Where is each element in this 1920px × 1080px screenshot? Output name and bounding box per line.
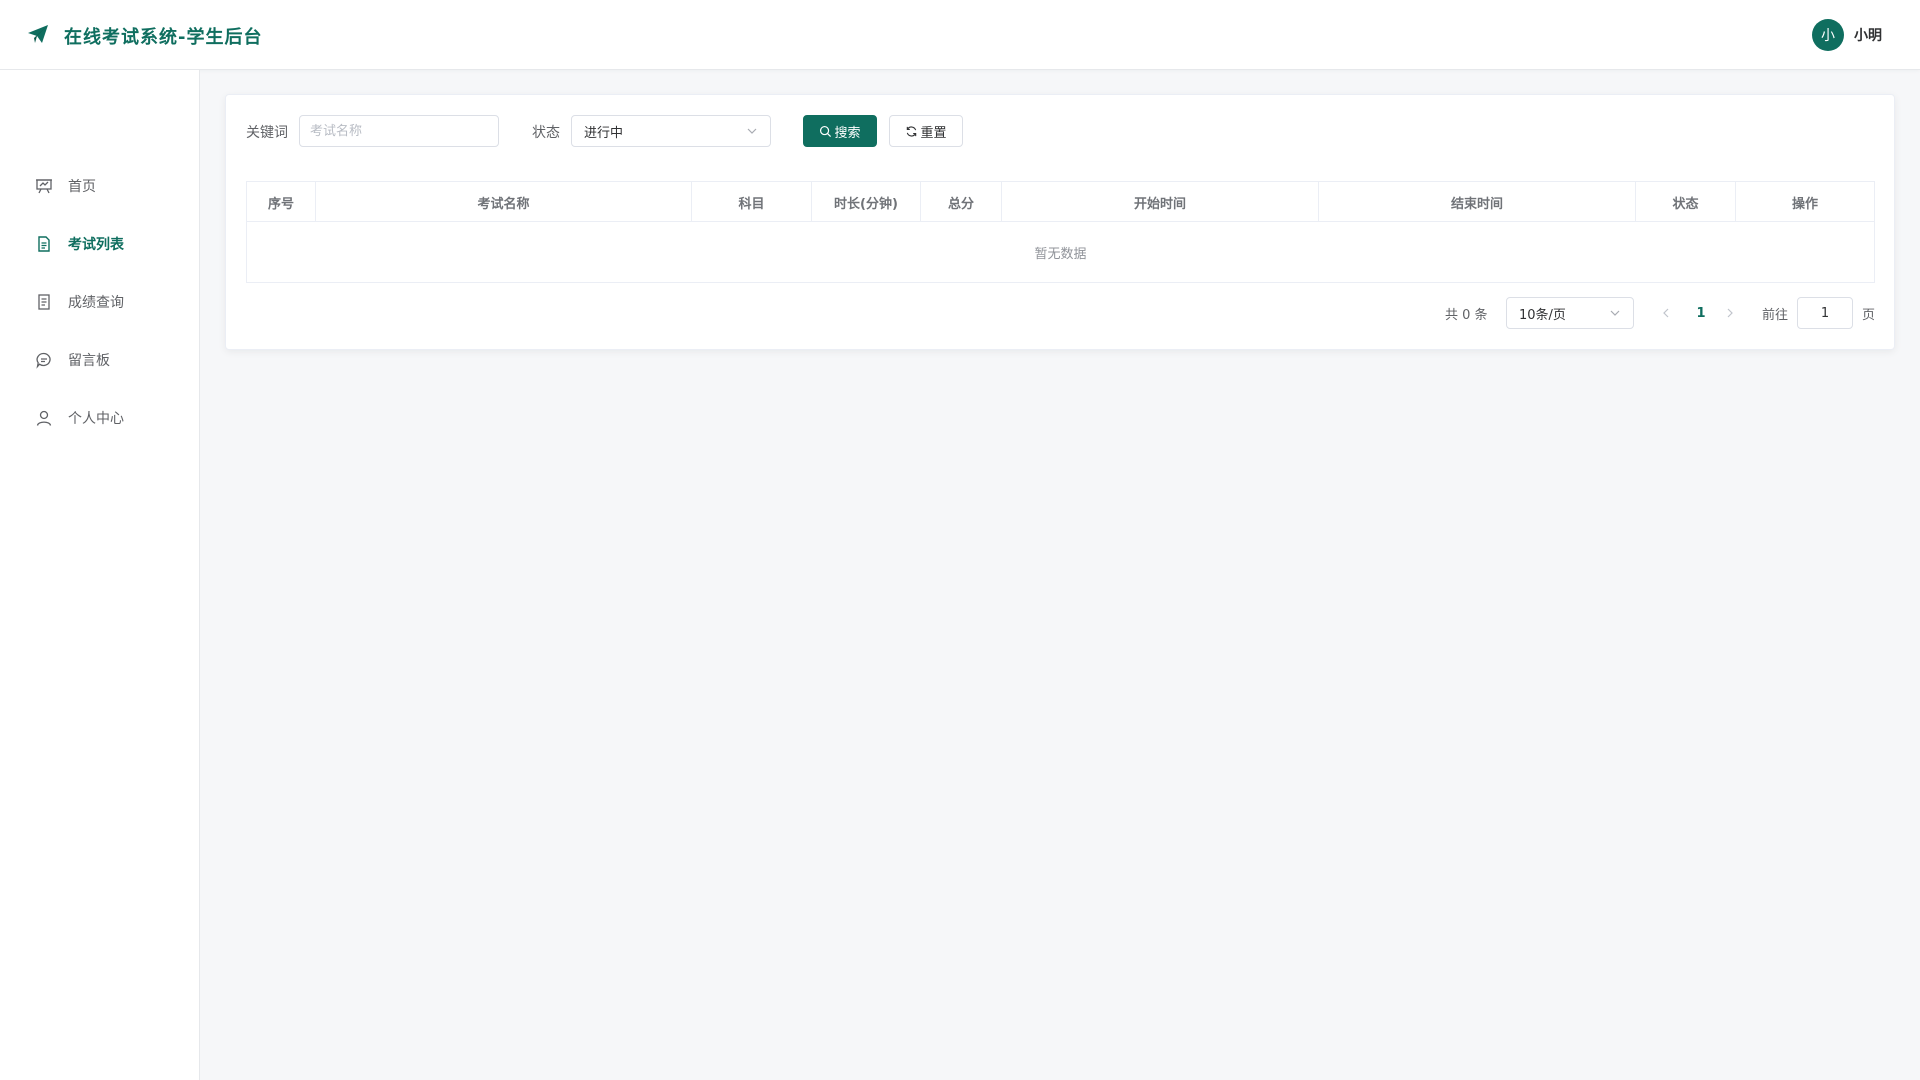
table-header: 序号 考试名称 科目 时长(分钟) 总分 开始时间 结束时间 状态 操作: [247, 182, 1874, 222]
column-header-exam-name[interactable]: 考试名称: [316, 182, 692, 222]
top-header: 在线考试系统-学生后台 小 小明: [0, 0, 1920, 70]
column-header-start-time[interactable]: 开始时间: [1002, 182, 1319, 222]
sidebar-item-profile[interactable]: 个人中心: [0, 398, 199, 438]
avatar[interactable]: 小: [1812, 19, 1844, 51]
sidebar-item-label: 成绩查询: [68, 295, 124, 311]
sidebar-item-scores[interactable]: 成绩查询: [0, 282, 199, 322]
page-size-value: 10条/页: [1519, 307, 1566, 323]
column-header-actions[interactable]: 操作: [1736, 182, 1874, 222]
score-sheet-icon: [38, 294, 50, 310]
presentation-board-icon: [36, 179, 52, 194]
sidebar-item-exam-list[interactable]: 考试列表: [0, 224, 199, 264]
pagination-total: 共 0 条: [1445, 307, 1488, 323]
status-label: 状态: [532, 125, 560, 141]
status-select[interactable]: 进行中: [571, 115, 771, 147]
page-size-select[interactable]: 10条/页: [1506, 297, 1634, 329]
chat-bubble-icon: [36, 352, 51, 369]
next-page-button[interactable]: [1722, 297, 1738, 329]
search-icon: [820, 125, 832, 137]
search-button[interactable]: 搜索: [803, 115, 877, 147]
sidebar-item-home[interactable]: 首页: [0, 166, 199, 206]
reset-button[interactable]: 重置: [889, 115, 963, 147]
column-header-duration[interactable]: 时长(分钟): [812, 182, 921, 222]
keyword-input[interactable]: [299, 115, 499, 147]
sidebar: 首页 考试列表 成绩查询 留言板 个人中心: [0, 70, 200, 1080]
keyword-label: 关键词: [246, 125, 288, 141]
prev-page-button[interactable]: [1658, 297, 1674, 329]
refresh-icon: [907, 125, 917, 137]
search-button-label: 搜索: [834, 125, 861, 141]
table-empty-text: 暂无数据: [1034, 246, 1087, 262]
chevron-down-icon: [1610, 310, 1620, 316]
sidebar-item-label: 首页: [68, 179, 96, 195]
chevron-down-icon: [747, 128, 757, 134]
brand[interactable]: 在线考试系统-学生后台: [26, 22, 262, 50]
exam-list-card: 关键词 状态 进行中 搜索 重置 序号 考试名称 科目 时长(分钟) 总分 开始…: [225, 94, 1895, 350]
app-title: 在线考试系统-学生后台: [64, 27, 263, 48]
paper-plane-icon: [26, 22, 50, 50]
page-number-current[interactable]: 1: [1691, 297, 1711, 329]
chevron-right-icon: [1727, 308, 1733, 318]
goto-page-input[interactable]: [1797, 297, 1853, 329]
column-header-index[interactable]: 序号: [247, 182, 316, 222]
column-header-end-time[interactable]: 结束时间: [1319, 182, 1636, 222]
page-suffix: 页: [1862, 307, 1876, 323]
status-select-value: 进行中: [584, 125, 624, 141]
exam-table: 序号 考试名称 科目 时长(分钟) 总分 开始时间 结束时间 状态 操作 暂无数…: [246, 181, 1875, 283]
column-header-total-score[interactable]: 总分: [921, 182, 1002, 222]
user-icon: [36, 410, 52, 426]
user-menu[interactable]: 小 小明: [1812, 19, 1882, 51]
username[interactable]: 小明: [1854, 25, 1882, 45]
column-header-status[interactable]: 状态: [1636, 182, 1736, 222]
reset-button-label: 重置: [920, 125, 947, 141]
column-header-subject[interactable]: 科目: [692, 182, 812, 222]
chevron-left-icon: [1663, 308, 1669, 318]
document-icon: [38, 236, 50, 252]
sidebar-item-label: 考试列表: [68, 237, 124, 253]
goto-label: 前往: [1762, 307, 1789, 323]
sidebar-item-label: 个人中心: [68, 411, 124, 427]
sidebar-item-message-board[interactable]: 留言板: [0, 340, 199, 380]
sidebar-item-label: 留言板: [68, 353, 110, 369]
